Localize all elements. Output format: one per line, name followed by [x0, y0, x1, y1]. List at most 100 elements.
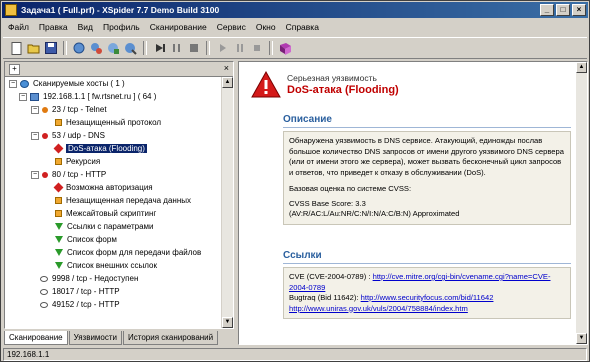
menu-file[interactable]: Файл	[3, 22, 34, 32]
cvss-intro: Базовая оценка по системе CVSS:	[289, 184, 412, 193]
cve-label: CVE (CVE-2004-0789) :	[289, 272, 371, 281]
tree-scrollbar[interactable]: ▲ ▼	[221, 77, 233, 328]
tree-host[interactable]: − 192.168.1.1 [ fw.rtsnet.ru ] ( 64 )	[19, 91, 156, 103]
tree-item-label: DoS-атака (Flooding)	[66, 144, 147, 153]
menu-window[interactable]: Окно	[251, 22, 281, 32]
tree-item[interactable]: Незащищенный протокол	[55, 117, 161, 129]
tree-item[interactable]: Список форм	[55, 234, 117, 246]
links-box: CVE (CVE-2004-0789) : http://cve.mitre.o…	[283, 267, 571, 319]
menu-service[interactable]: Сервис	[212, 22, 251, 32]
app-window: Задача1 ( Full.prf) - XSpider 7.7 Demo B…	[0, 0, 590, 362]
description-title: Описание	[283, 114, 571, 128]
expand-all-icon[interactable]: +	[9, 64, 20, 75]
bugtraq-label: Bugtraq (Bid 11642):	[289, 293, 359, 302]
menu-edit[interactable]: Правка	[34, 22, 73, 32]
bugtraq-link[interactable]: http://www.securityfocus.com/bid/11642	[361, 293, 494, 302]
scan-all-icon[interactable]	[123, 41, 138, 56]
tree-item-label: Незащищенная передача данных	[66, 196, 191, 205]
scroll-down-icon[interactable]: ▼	[576, 333, 587, 344]
tree-port[interactable]: 49152 / tcp - HTTP	[40, 299, 120, 311]
pause-all-icon[interactable]	[169, 41, 184, 56]
tree-panel: + × − Сканируемые хосты ( 1 ) −192.168.1.…	[4, 61, 234, 329]
app-icon	[5, 4, 17, 16]
tree-root[interactable]: − Сканируемые хосты ( 1 )	[9, 78, 125, 90]
info-square-icon	[55, 197, 62, 205]
port-dot-icon	[42, 171, 48, 178]
window-title: Задача1 ( Full.prf) - XSpider 7.7 Demo B…	[21, 5, 220, 15]
tree-item-label: Межсайтовый скриптинг	[66, 209, 157, 218]
close-button[interactable]: ×	[572, 4, 586, 16]
cvss-score: CVSS Base Score: 3.3	[289, 198, 366, 208]
menu-profile[interactable]: Профиль	[98, 22, 145, 32]
play-icon[interactable]	[215, 41, 230, 56]
details-panel: Серьезная уязвимость DoS-атака (Flooding…	[238, 61, 588, 345]
stop-icon[interactable]	[249, 41, 264, 56]
menu-view[interactable]: Вид	[73, 22, 98, 32]
details-scrollbar[interactable]: ▲ ▼	[576, 62, 587, 344]
scan-host-icon[interactable]	[72, 41, 87, 56]
tree-item-selected[interactable]: DoS-атака (Flooding)	[53, 143, 147, 155]
scroll-up-icon[interactable]: ▲	[576, 62, 587, 73]
tree-item-label: 23 / tcp - Telnet	[52, 105, 107, 114]
collapse-icon[interactable]: −	[19, 92, 27, 101]
tree-item-label: Ссылки с параметрами	[67, 222, 154, 231]
tree-item[interactable]: Межсайтовый скриптинг	[55, 208, 156, 220]
tree-item-label: 9998 / tcp - Недоступен	[52, 274, 139, 283]
tab-vulnerabilities[interactable]: Уязвимости	[68, 331, 122, 345]
tree-item-label: 18017 / tcp - HTTP	[52, 287, 120, 296]
green-arrow-icon	[55, 249, 63, 257]
tree-item[interactable]: Ссылки с параметрами	[55, 221, 154, 233]
tree-root-label: Сканируемые хосты ( 1 )	[33, 79, 125, 88]
collapse-icon[interactable]: −	[31, 105, 39, 114]
save-icon[interactable]	[43, 41, 58, 56]
info-square-icon	[55, 158, 62, 166]
tree-host-label: 192.168.1.1 [ fw.rtsnet.ru ] ( 64 )	[43, 92, 157, 101]
collapse-icon[interactable]: −	[31, 131, 39, 140]
description-text: Обнаружена уязвимость в DNS сервисе. Ата…	[289, 136, 564, 177]
tree-port[interactable]: 9998 / tcp - Недоступен	[40, 273, 138, 285]
tree-item[interactable]: Незащищенная передача данных	[55, 195, 191, 207]
scan-list-icon[interactable]	[106, 41, 121, 56]
close-panel-icon[interactable]: ×	[224, 63, 229, 73]
start-icon[interactable]	[152, 41, 167, 56]
stop-all-icon[interactable]	[186, 41, 201, 56]
description-section: Описание Обнаружена уязвимость в DNS сер…	[283, 114, 571, 225]
status-bar: 192.168.1.1	[3, 348, 587, 361]
scroll-down-icon[interactable]: ▼	[222, 317, 233, 328]
toolbar-separator	[269, 41, 273, 55]
tab-scan-history[interactable]: История сканирований	[123, 331, 219, 345]
scroll-up-icon[interactable]: ▲	[222, 77, 233, 88]
green-arrow-icon	[55, 223, 63, 231]
maximize-button[interactable]: □	[556, 4, 570, 16]
menu-help[interactable]: Справка	[281, 22, 324, 32]
minimize-button[interactable]: _	[540, 4, 554, 16]
collapse-icon[interactable]: −	[9, 79, 17, 88]
tree-item[interactable]: Список форм для передачи файлов	[55, 247, 201, 259]
tab-scanning[interactable]: Сканирование	[4, 331, 68, 345]
tree-item-label: Возможна авторизация	[66, 183, 153, 192]
tree-port[interactable]: − 80 / tcp - HTTP	[31, 169, 106, 181]
menu-scan[interactable]: Сканирование	[145, 22, 212, 32]
tree-port[interactable]: − 53 / udp - DNS	[31, 130, 105, 142]
tree-item-label: Рекурсия	[66, 157, 101, 166]
open-icon[interactable]	[26, 41, 41, 56]
tree-item[interactable]: Рекурсия	[55, 156, 100, 168]
tree-item[interactable]: Возможна авторизация	[53, 182, 153, 194]
uniras-link[interactable]: http://www.uniras.gov.uk/vuls/2004/75888…	[289, 304, 468, 313]
tree-port[interactable]: − 23 / tcp - Telnet	[31, 104, 107, 116]
tree-item[interactable]: Список внешних ссылок	[55, 260, 157, 272]
report-icon[interactable]	[278, 41, 293, 56]
tree-port[interactable]: 18017 / tcp - HTTP	[40, 286, 120, 298]
collapse-icon[interactable]: −	[31, 170, 39, 179]
tree-item-label: Список внешних ссылок	[67, 261, 157, 270]
toolbar-separator	[143, 41, 147, 55]
toolbar	[3, 37, 587, 59]
vuln-diamond-icon	[53, 143, 64, 154]
vulnerability-name: DoS-атака (Flooding)	[287, 84, 399, 96]
menu-bar: Файл Правка Вид Профиль Сканирование Сер…	[3, 20, 587, 34]
scan-net-icon[interactable]	[89, 41, 104, 56]
new-icon[interactable]	[9, 41, 24, 56]
pause-icon[interactable]	[232, 41, 247, 56]
status-text: 192.168.1.1	[7, 350, 50, 359]
tree-panel-header: + ×	[5, 62, 233, 77]
